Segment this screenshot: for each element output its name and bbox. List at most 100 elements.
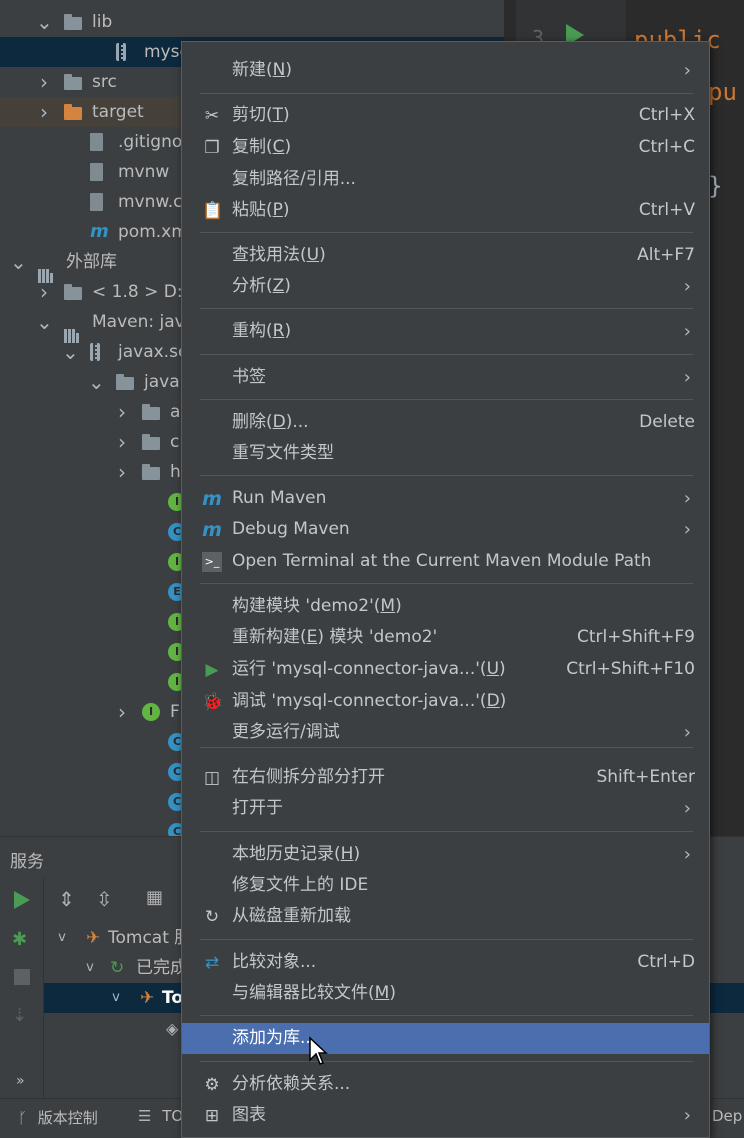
menu-item[interactable]: 重新构建(E) 模块 'demo2' Ctrl+Shift+F9 bbox=[182, 622, 709, 653]
vcs-tab[interactable]: ᚴ 版本控制 bbox=[18, 1107, 98, 1128]
chevron-down-icon[interactable]: ⌄ bbox=[36, 307, 53, 337]
chevron-right-icon[interactable]: › bbox=[114, 397, 130, 427]
menu-item[interactable]: 打开于 › bbox=[182, 793, 709, 824]
chevron-right-icon[interactable]: › bbox=[114, 427, 130, 457]
code-line-pu: pu bbox=[708, 78, 737, 106]
mnemonic: E bbox=[306, 627, 318, 647]
chevron-down-icon[interactable]: ⌄ bbox=[10, 247, 27, 277]
menu-item[interactable]: ⚙ 分析依赖关系... bbox=[182, 1069, 709, 1100]
menu-item[interactable]: ❐ 复制(C) Ctrl+C bbox=[182, 132, 709, 163]
service-tomcat-row[interactable]: v ✈ Tomcat 服 bbox=[44, 923, 191, 953]
mnemonic: U bbox=[486, 659, 500, 679]
chevron-right-icon[interactable]: › bbox=[114, 457, 130, 487]
menu-item[interactable]: 复制路径/引用... bbox=[182, 164, 709, 195]
tomcat-icon: ✈ bbox=[86, 928, 101, 948]
expand-all-icon[interactable]: ⇕ bbox=[58, 887, 75, 911]
menu-item[interactable]: 书签 › bbox=[182, 362, 709, 393]
menu-item[interactable]: ▶ 运行 'mysql-connector-java...'(U) Ctrl+Shi… bbox=[182, 654, 709, 685]
chevron-right-icon[interactable]: › bbox=[36, 277, 52, 307]
menu-item-label: 复制(C) bbox=[232, 137, 292, 157]
menu-separator bbox=[200, 583, 693, 584]
more-icon[interactable]: » bbox=[16, 1073, 25, 1089]
menu-item[interactable]: 分析(Z) › bbox=[182, 271, 709, 302]
menu-item-label: 分析依赖关系... bbox=[232, 1074, 351, 1094]
deploy-icon[interactable]: ⇣ bbox=[12, 1005, 27, 1026]
tree-row-label: < 1.8 > D: bbox=[92, 282, 183, 302]
tree-row[interactable]: ⌄ lib bbox=[0, 7, 504, 37]
dependencies-tab[interactable]: Dep bbox=[712, 1107, 742, 1125]
menu-item[interactable]: 与编辑器比较文件(M) bbox=[182, 978, 709, 1009]
menu-item-label: 剪切(T) bbox=[232, 105, 290, 125]
menu-item[interactable]: 重构(R) › bbox=[182, 316, 709, 347]
menu-item[interactable]: 构建模块 'demo2'(M) bbox=[182, 591, 709, 622]
code-brace: } bbox=[708, 172, 723, 200]
menu-item[interactable]: ✂ 剪切(T) Ctrl+X bbox=[182, 100, 709, 131]
menu-item-label: 构建模块 'demo2'(M) bbox=[232, 596, 402, 616]
folder-icon bbox=[142, 434, 160, 450]
menu-item-label: Debug Maven bbox=[232, 519, 350, 539]
menu-separator bbox=[200, 1015, 693, 1016]
folder-icon bbox=[64, 104, 82, 120]
collapse-all-icon[interactable]: ⇳ bbox=[96, 887, 113, 911]
menu-item-label: 运行 'mysql-connector-java...'(U) bbox=[232, 659, 506, 679]
submenu-chevron-icon: › bbox=[683, 488, 691, 509]
chevron-right-icon[interactable]: › bbox=[36, 67, 52, 97]
menu-item[interactable]: m Run Maven › bbox=[182, 483, 709, 514]
menu-item[interactable]: 删除(D)... Delete bbox=[182, 407, 709, 438]
reload-icon: ↻ bbox=[204, 907, 220, 927]
menu-item[interactable]: 本地历史记录(H) › bbox=[182, 839, 709, 870]
refresh-green-icon: ↻ bbox=[110, 958, 125, 978]
tree-row-label: a bbox=[170, 402, 181, 422]
menu-item[interactable]: 新建(N) › bbox=[182, 55, 709, 86]
menu-item[interactable]: 查找用法(U) Alt+F7 bbox=[182, 240, 709, 271]
menu-item[interactable]: 📋 粘贴(P) Ctrl+V bbox=[182, 195, 709, 226]
menu-item[interactable]: m Debug Maven › bbox=[182, 514, 709, 545]
run-icon[interactable] bbox=[14, 891, 30, 909]
mnemonic: R bbox=[272, 321, 285, 341]
chevron-right-icon[interactable]: › bbox=[114, 697, 130, 727]
menu-item[interactable]: ⇄ 比较对象... Ctrl+D bbox=[182, 947, 709, 978]
dependency-icon: ⚙ bbox=[204, 1075, 220, 1095]
menu-shortcut: Shift+Enter bbox=[596, 767, 695, 787]
menu-separator bbox=[200, 399, 693, 400]
menu-separator bbox=[200, 308, 693, 309]
menu-item[interactable]: 重写文件类型 bbox=[182, 438, 709, 469]
menu-item[interactable]: ↻ 从磁盘重新加载 bbox=[182, 901, 709, 932]
mnemonic: H bbox=[340, 844, 354, 864]
submenu-chevron-icon: › bbox=[683, 722, 691, 743]
tree-row-label: javax.se bbox=[118, 342, 189, 362]
menu-item[interactable]: ◫ 在右侧拆分部分打开 Shift+Enter bbox=[182, 762, 709, 793]
group-icon[interactable]: ▦ bbox=[146, 887, 163, 908]
menu-item[interactable]: >_ Open Terminal at the Current Maven Mod… bbox=[182, 546, 709, 577]
mnemonic: M bbox=[374, 983, 390, 1003]
run-icon: ▶ bbox=[205, 660, 219, 680]
chevron-down-icon[interactable]: ⌄ bbox=[88, 367, 105, 397]
menu-item[interactable]: 更多运行/调试 › bbox=[182, 717, 709, 748]
tree-row-label: F bbox=[170, 702, 180, 722]
menu-item-label: 修复文件上的 IDE bbox=[232, 875, 369, 895]
menu-separator bbox=[200, 354, 693, 355]
compare-icon: ⇄ bbox=[204, 953, 220, 973]
stop-icon[interactable] bbox=[14, 969, 30, 985]
menu-separator bbox=[200, 232, 693, 233]
debug-icon[interactable]: ✱ bbox=[12, 929, 27, 950]
menu-item[interactable]: ⊞ 图表 › bbox=[182, 1100, 709, 1131]
menu-item-label: 重写文件类型 bbox=[232, 443, 334, 463]
chevron-right-icon[interactable]: › bbox=[36, 97, 52, 127]
tree-row-label: 外部库 bbox=[66, 252, 117, 272]
menu-item[interactable]: 修复文件上的 IDE bbox=[182, 870, 709, 901]
services-toolbar: ✱ ⇣ » bbox=[0, 877, 44, 1099]
mnemonic: U bbox=[306, 245, 320, 265]
chevron-down-icon[interactable]: ⌄ bbox=[62, 337, 79, 367]
context-menu: 新建(N) › ✂ 剪切(T) Ctrl+X ❐ 复制(C) Ctrl+C 复制路径/引用...… bbox=[181, 41, 710, 1138]
submenu-chevron-icon: › bbox=[683, 519, 691, 540]
mnemonic: Z bbox=[272, 276, 285, 296]
menu-separator bbox=[200, 93, 693, 94]
service-finished-row[interactable]: v ↻ 已完成 bbox=[44, 953, 187, 983]
menu-item[interactable]: 添加为库... bbox=[182, 1023, 709, 1054]
mnemonic: P bbox=[272, 200, 283, 220]
todo-tab[interactable]: ☰ TO bbox=[138, 1107, 183, 1125]
menu-item[interactable]: 🐞 调试 'mysql-connector-java...'(D) bbox=[182, 686, 709, 717]
tree-row-label: lib bbox=[92, 12, 113, 32]
chevron-down-icon[interactable]: ⌄ bbox=[36, 7, 53, 37]
